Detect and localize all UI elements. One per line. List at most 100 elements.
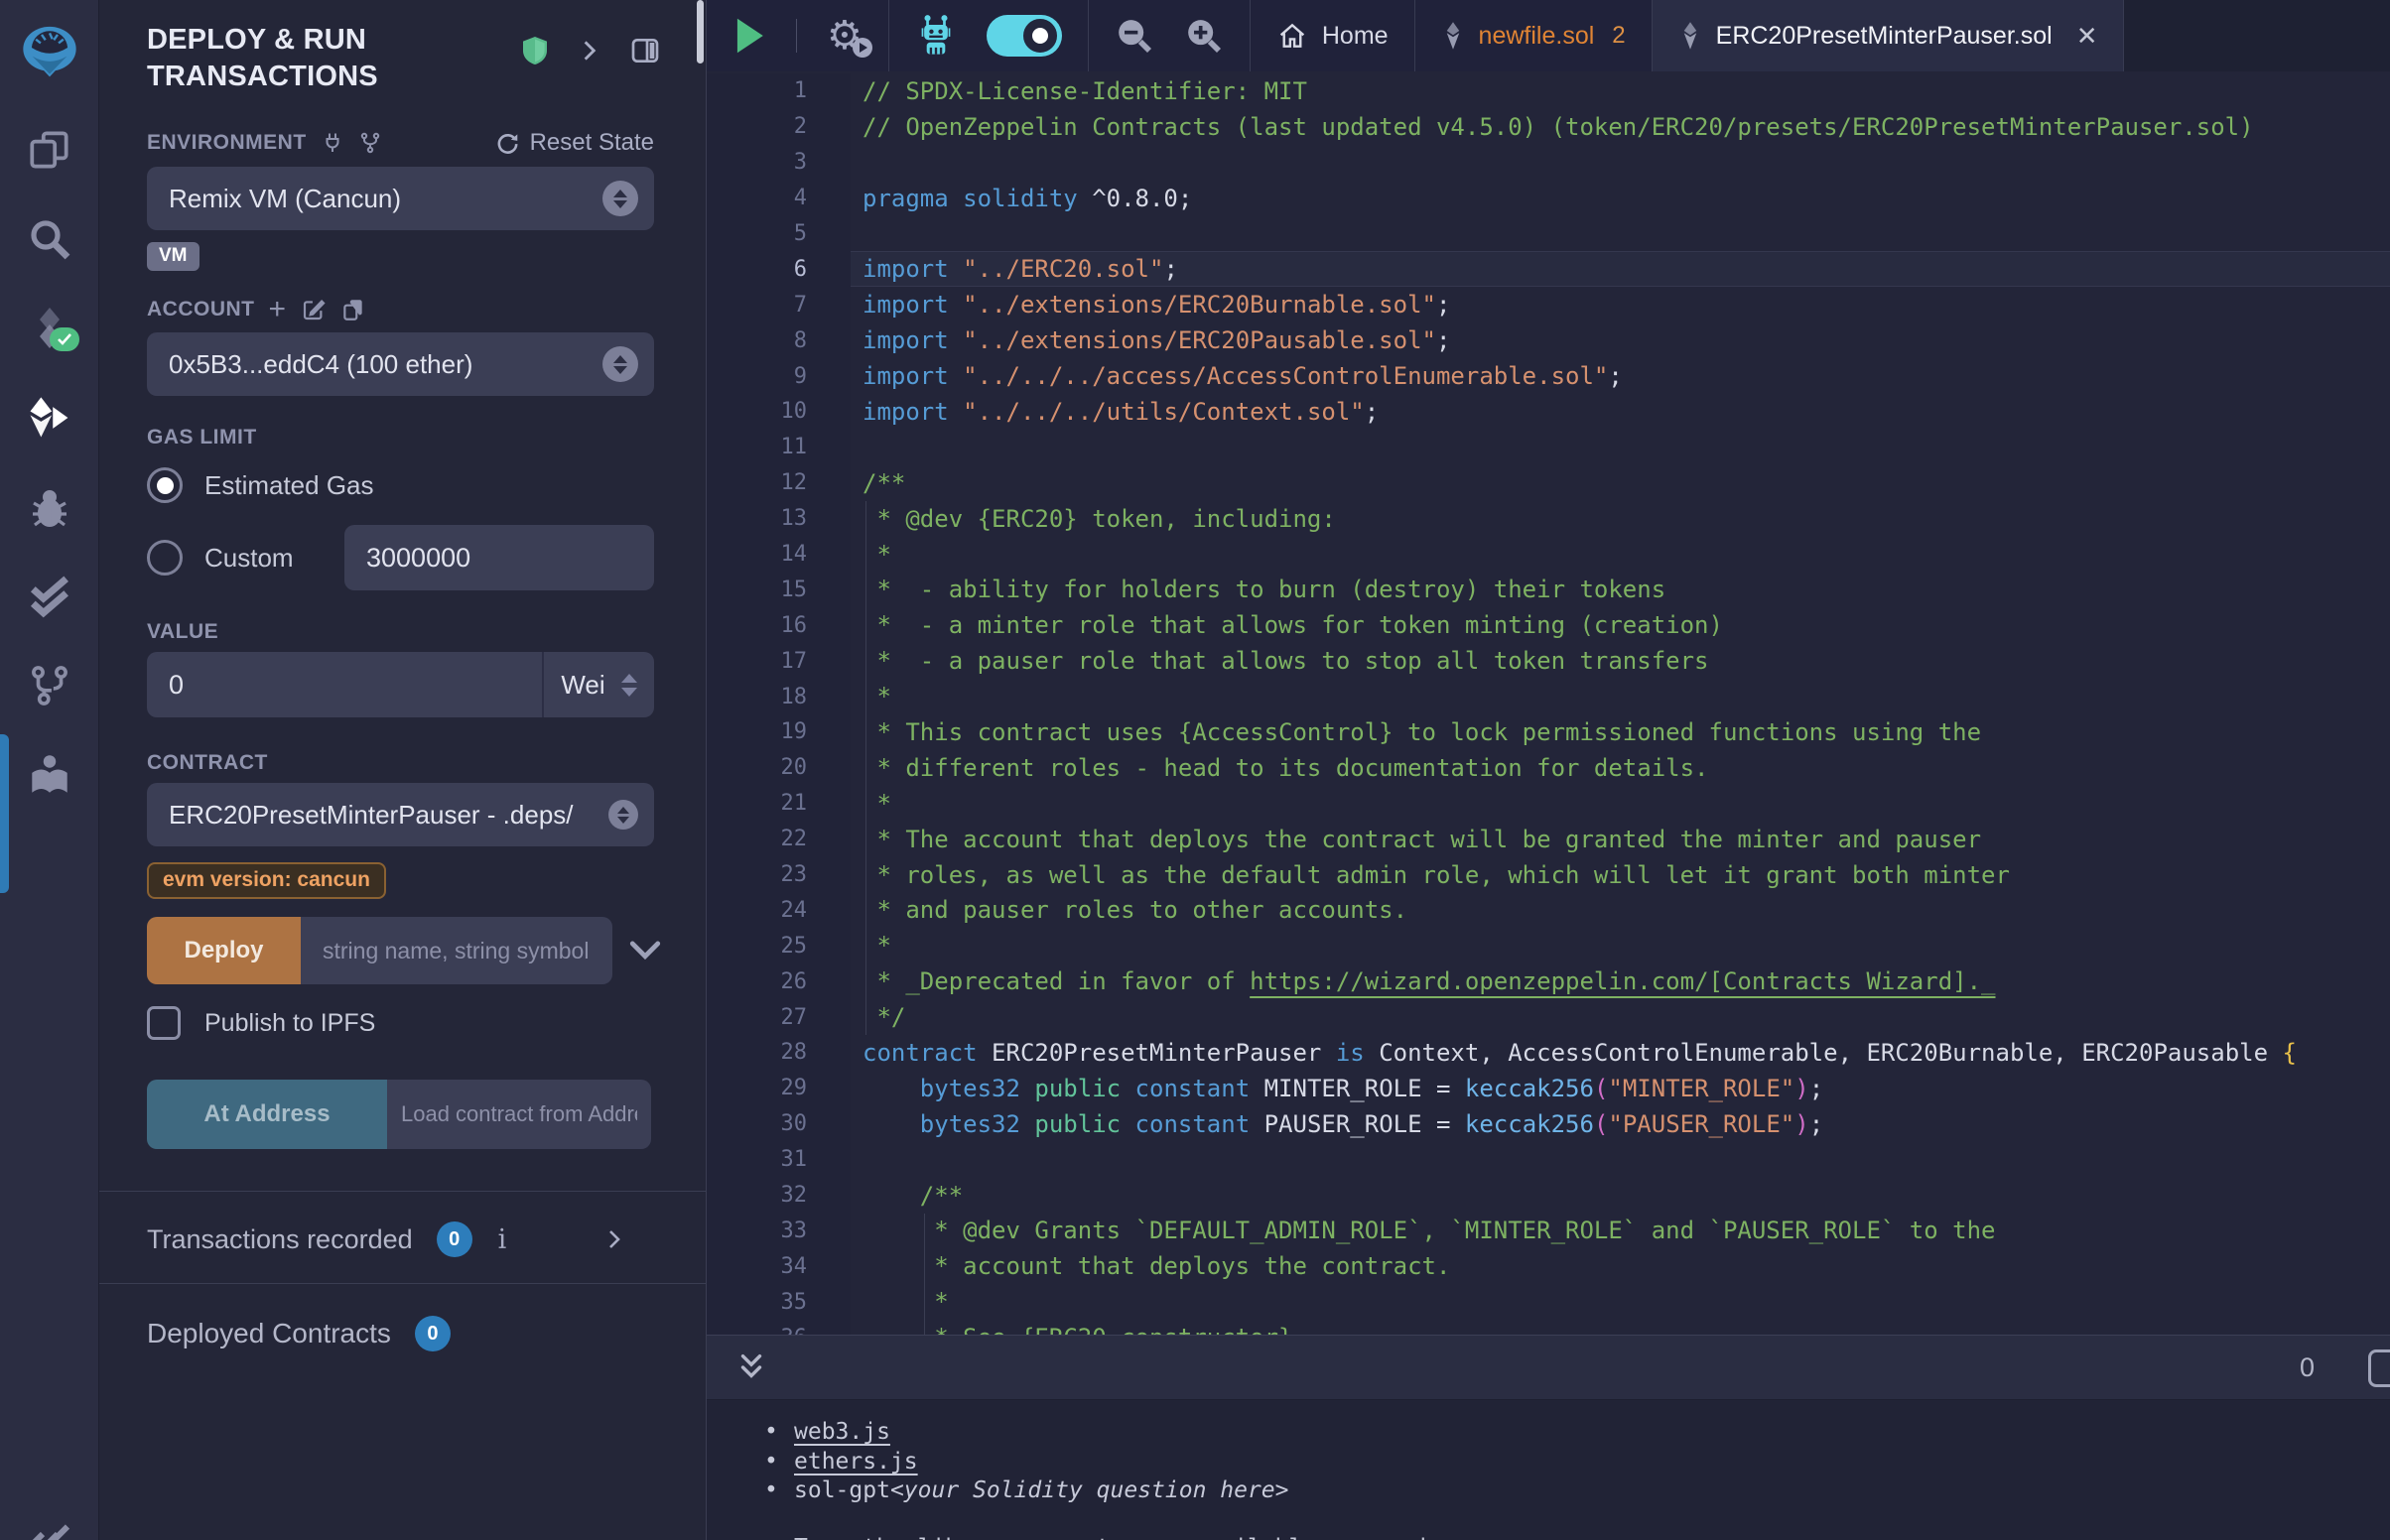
line-number[interactable]: 27 xyxy=(707,999,851,1035)
unit-testing-icon[interactable] xyxy=(18,568,81,625)
line-number[interactable]: 7 xyxy=(707,287,851,322)
line-number[interactable]: 14 xyxy=(707,537,851,573)
learneth-icon[interactable] xyxy=(18,746,81,804)
terminal-output[interactable]: •web3.js•ethers.js•sol-gpt <your Solidit… xyxy=(707,1400,2390,1540)
publish-ipfs-checkbox[interactable] xyxy=(147,1006,181,1040)
search-icon[interactable] xyxy=(18,210,81,268)
expand-transactions-icon[interactable] xyxy=(602,1226,626,1252)
listen-network-checkbox[interactable] xyxy=(2368,1349,2390,1387)
code-line[interactable]: 8import "../extensions/ERC20Pausable.sol… xyxy=(707,322,2390,358)
pin-panel-icon[interactable] xyxy=(577,38,602,64)
line-number[interactable]: 23 xyxy=(707,857,851,893)
line-number[interactable]: 30 xyxy=(707,1106,851,1142)
zoom-in-icon[interactable] xyxy=(1184,16,1224,56)
line-number[interactable]: 31 xyxy=(707,1142,851,1178)
line-number[interactable]: 8 xyxy=(707,322,851,358)
edit-account-icon[interactable] xyxy=(301,297,327,322)
line-number[interactable]: 1 xyxy=(707,73,851,109)
line-number[interactable]: 10 xyxy=(707,394,851,430)
debugger-icon[interactable] xyxy=(18,478,81,536)
line-number[interactable]: 16 xyxy=(707,607,851,643)
code-line[interactable]: 24 * and pauser roles to other accounts. xyxy=(707,892,2390,928)
line-number[interactable]: 13 xyxy=(707,501,851,537)
line-number[interactable]: 18 xyxy=(707,679,851,714)
reset-state-button[interactable]: Reset State xyxy=(494,129,654,157)
code-line[interactable]: 18 * xyxy=(707,679,2390,714)
line-number[interactable]: 12 xyxy=(707,465,851,501)
solidity-compiler-icon[interactable] xyxy=(18,300,81,357)
code-line[interactable]: 20 * different roles - head to its docum… xyxy=(707,750,2390,786)
code-line[interactable]: 32 /** xyxy=(707,1178,2390,1214)
deploy-run-icon[interactable] xyxy=(18,389,81,447)
line-number[interactable]: 17 xyxy=(707,643,851,679)
at-address-input[interactable] xyxy=(387,1080,651,1149)
copy-account-icon[interactable] xyxy=(340,297,366,322)
remix-ai-icon[interactable] xyxy=(915,14,957,58)
line-number[interactable]: 4 xyxy=(707,181,851,216)
environment-select[interactable]: Remix VM (Cancun) xyxy=(147,167,654,230)
line-number[interactable]: 9 xyxy=(707,358,851,394)
line-number[interactable]: 15 xyxy=(707,572,851,607)
code-line[interactable]: 3 xyxy=(707,145,2390,181)
line-number[interactable]: 5 xyxy=(707,216,851,252)
code-line[interactable]: 27 */ xyxy=(707,999,2390,1035)
code-line[interactable]: 21 * xyxy=(707,786,2390,822)
code-line[interactable]: 7import "../extensions/ERC20Burnable.sol… xyxy=(707,287,2390,322)
line-number[interactable]: 11 xyxy=(707,430,851,465)
tab-home[interactable]: Home xyxy=(1251,0,1415,71)
line-number[interactable]: 35 xyxy=(707,1284,851,1320)
plug-icon[interactable] xyxy=(321,131,344,155)
code-line[interactable]: 19 * This contract uses {AccessControl} … xyxy=(707,714,2390,750)
code-line[interactable]: 14 * xyxy=(707,537,2390,573)
estimated-gas-radio[interactable] xyxy=(147,467,183,503)
script-config-icon[interactable]: ⚙ xyxy=(827,16,863,56)
terminal-line[interactable]: •web3.js xyxy=(764,1418,2390,1448)
code-line[interactable]: 6import "../ERC20.sol"; xyxy=(707,251,2390,287)
close-tab-icon[interactable]: ✕ xyxy=(2076,21,2098,52)
code-editor[interactable]: 1// SPDX-License-Identifier: MIT2// Open… xyxy=(707,71,2390,1335)
code-line[interactable]: 25 * xyxy=(707,928,2390,963)
code-line[interactable]: 23 * roles, as well as the default admin… xyxy=(707,857,2390,893)
code-line[interactable]: 2// OpenZeppelin Contracts (last updated… xyxy=(707,109,2390,145)
code-line[interactable]: 5 xyxy=(707,216,2390,252)
line-number[interactable]: 28 xyxy=(707,1035,851,1071)
code-line[interactable]: 30 bytes32 public constant PAUSER_ROLE =… xyxy=(707,1106,2390,1142)
line-number[interactable]: 34 xyxy=(707,1248,851,1284)
terminal-line[interactable]: •ethers.js xyxy=(764,1448,2390,1477)
code-line[interactable]: 22 * The account that deploys the contra… xyxy=(707,822,2390,857)
line-number[interactable]: 21 xyxy=(707,786,851,822)
value-input[interactable] xyxy=(147,652,542,717)
fork-environment-icon[interactable] xyxy=(358,131,382,155)
zoom-out-icon[interactable] xyxy=(1115,16,1154,56)
remix-logo[interactable] xyxy=(18,14,81,89)
line-number[interactable]: 36 xyxy=(707,1320,851,1335)
line-number[interactable]: 32 xyxy=(707,1178,851,1214)
line-number[interactable]: 3 xyxy=(707,145,851,181)
line-number[interactable]: 25 xyxy=(707,928,851,963)
line-number[interactable]: 19 xyxy=(707,714,851,750)
line-number[interactable]: 20 xyxy=(707,750,851,786)
line-number[interactable]: 24 xyxy=(707,892,851,928)
run-script-icon[interactable] xyxy=(732,17,766,55)
info-icon[interactable]: i xyxy=(498,1224,507,1255)
code-line[interactable]: 33 * @dev Grants `DEFAULT_ADMIN_ROLE`, `… xyxy=(707,1214,2390,1249)
code-line[interactable]: 12/** xyxy=(707,465,2390,501)
code-line[interactable]: 15 * - ability for holders to burn (dest… xyxy=(707,572,2390,607)
split-panel-icon[interactable] xyxy=(628,35,662,66)
line-number[interactable]: 6 xyxy=(707,251,851,287)
line-number[interactable]: 22 xyxy=(707,822,851,857)
code-line[interactable]: 34 * account that deploys the contract. xyxy=(707,1248,2390,1284)
file-explorer-icon[interactable] xyxy=(18,121,81,179)
code-line[interactable]: 10import "../../../utils/Context.sol"; xyxy=(707,394,2390,430)
deploy-args-input[interactable] xyxy=(301,917,612,984)
tab-erc20presetminterpauser[interactable]: ERC20PresetMinterPauser.sol ✕ xyxy=(1653,0,2125,71)
line-number[interactable]: 2 xyxy=(707,109,851,145)
code-line[interactable]: 11 xyxy=(707,430,2390,465)
line-number[interactable]: 26 xyxy=(707,963,851,999)
add-account-icon[interactable]: + xyxy=(269,300,287,320)
code-line[interactable]: 31 xyxy=(707,1142,2390,1178)
expand-deploy-icon[interactable] xyxy=(628,938,662,963)
code-line[interactable]: 16 * - a minter role that allows for tok… xyxy=(707,607,2390,643)
code-line[interactable]: 9import "../../../access/AccessControlEn… xyxy=(707,358,2390,394)
deploy-button[interactable]: Deploy xyxy=(147,917,301,984)
